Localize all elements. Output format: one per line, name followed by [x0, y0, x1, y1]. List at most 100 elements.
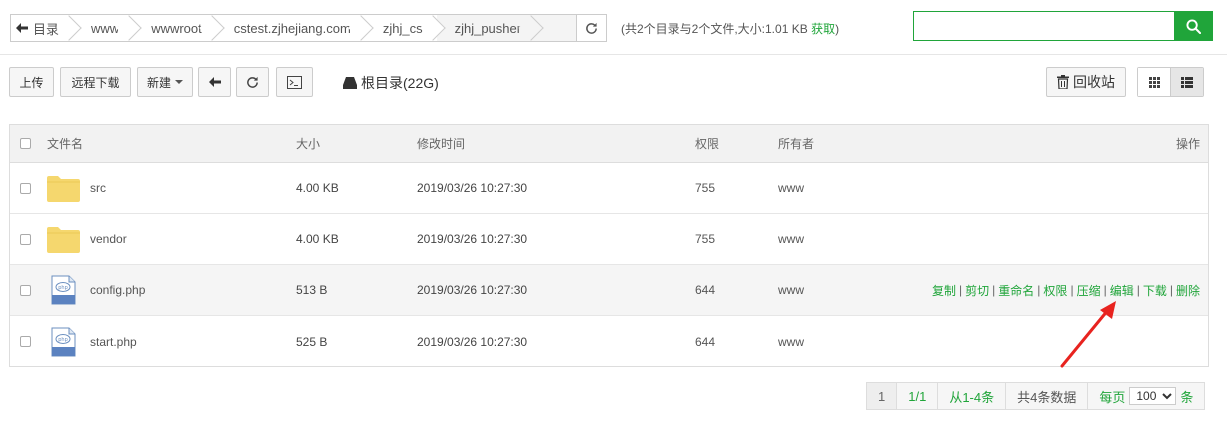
- refresh-icon: [586, 22, 597, 34]
- current-page[interactable]: 1: [867, 383, 898, 409]
- edit-link[interactable]: 编辑: [1110, 282, 1134, 299]
- view-toggle: [1137, 67, 1204, 97]
- divider: [0, 54, 1227, 55]
- per-page-select[interactable]: 100: [1129, 387, 1177, 405]
- list-view-button[interactable]: [1171, 68, 1203, 96]
- file-name-cell[interactable]: vendor: [47, 214, 127, 264]
- header-name[interactable]: 文件名: [47, 125, 83, 162]
- folder-icon: [47, 176, 80, 202]
- path-refresh-button[interactable]: [576, 15, 606, 41]
- folder-icon: [47, 227, 80, 253]
- directory-info-close: ): [835, 22, 840, 36]
- get-size-link[interactable]: 获取: [811, 22, 835, 36]
- file-size: 4.00 KB: [296, 232, 339, 246]
- file-mtime: 2019/03/26 10:27:30: [417, 181, 528, 195]
- row-checkbox-cell: [20, 214, 31, 264]
- permission-link[interactable]: 权限: [1043, 282, 1067, 299]
- breadcrumb: 目录 www wwwroot cstest.zjhejiang.com zjhj…: [33, 15, 536, 41]
- row-checkbox[interactable]: [20, 233, 31, 245]
- row-checkbox[interactable]: [20, 336, 31, 347]
- file-owner: www: [778, 334, 804, 349]
- header-permission[interactable]: 权限: [695, 125, 719, 162]
- ops-separator: |: [1070, 283, 1074, 297]
- file-name[interactable]: vendor: [90, 232, 127, 246]
- arrow-left-icon: [208, 77, 221, 87]
- file-size: 4.00 KB: [296, 181, 339, 195]
- grid-view-button[interactable]: [1138, 68, 1171, 96]
- php-file-icon: php: [51, 275, 76, 305]
- breadcrumb-item[interactable]: www: [73, 15, 134, 41]
- row-checkbox-cell: [20, 316, 31, 367]
- row-checkbox-cell: [20, 163, 31, 213]
- table-row[interactable]: php config.php 513 B 2019/03/26 10:27:30…: [10, 265, 1208, 316]
- back-button[interactable]: [198, 67, 231, 97]
- copy-link[interactable]: 复制: [932, 282, 956, 299]
- svg-text:php: php: [58, 337, 68, 343]
- file-name-cell[interactable]: php start.php: [47, 316, 137, 367]
- table-row[interactable]: vendor 4.00 KB 2019/03/26 10:27:30 755 w…: [10, 214, 1208, 265]
- grid-icon: [1148, 76, 1160, 88]
- ops-separator: |: [959, 283, 963, 297]
- breadcrumb-item[interactable]: wwwroot: [133, 15, 216, 41]
- search-input[interactable]: [914, 12, 1174, 40]
- file-search: [913, 11, 1213, 41]
- file-name[interactable]: src: [90, 181, 106, 195]
- per-page-label: 每页: [1099, 389, 1126, 405]
- download-link[interactable]: 下载: [1143, 282, 1167, 299]
- ops-separator: |: [1103, 283, 1107, 297]
- root-directory-label: 根目录(22G): [361, 75, 439, 91]
- ops-separator: |: [992, 283, 996, 297]
- breadcrumb-item[interactable]: zjhj_pusher: [436, 15, 536, 41]
- file-name-cell[interactable]: src: [47, 163, 106, 213]
- root-directory[interactable]: 根目录(22G): [343, 73, 439, 93]
- record-range: 从1-4条: [938, 383, 1007, 409]
- table-row[interactable]: php start.php 525 B 2019/03/26 10:27:30 …: [10, 316, 1208, 367]
- header-owner[interactable]: 所有者: [778, 125, 814, 162]
- remote-download-button[interactable]: 远程下载: [60, 67, 131, 97]
- file-permission[interactable]: 755: [695, 163, 715, 213]
- breadcrumb-item[interactable]: 目录: [33, 15, 74, 41]
- php-file-icon: php: [51, 327, 76, 356]
- path-back-button[interactable]: [11, 15, 33, 41]
- file-name[interactable]: config.php: [90, 283, 145, 297]
- row-checkbox[interactable]: [20, 182, 31, 194]
- table-header: 文件名 大小 修改时间 权限 所有者 操作: [10, 125, 1208, 163]
- file-permission[interactable]: 644: [695, 316, 715, 367]
- file-name[interactable]: start.php: [90, 335, 137, 349]
- breadcrumb-item[interactable]: cstest.zjhejiang.com: [215, 15, 365, 41]
- search-button[interactable]: [1174, 12, 1212, 40]
- file-permission[interactable]: 755: [695, 214, 715, 264]
- file-owner: www: [778, 181, 804, 195]
- recycle-bin-label: 回收站: [1073, 74, 1115, 90]
- new-dropdown-button[interactable]: 新建: [137, 67, 193, 97]
- directory-info: (共2个目录与2个文件,大小:1.01 KB 获取): [621, 20, 839, 37]
- file-table: 文件名 大小 修改时间 权限 所有者 操作 src 4.00 KB 2019/0…: [9, 124, 1209, 367]
- select-all-checkbox[interactable]: [20, 138, 31, 149]
- header-mtime[interactable]: 修改时间: [417, 125, 465, 162]
- table-row[interactable]: src 4.00 KB 2019/03/26 10:27:30 755 www: [10, 163, 1208, 214]
- cut-link[interactable]: 剪切: [965, 282, 989, 299]
- refresh-button[interactable]: [236, 67, 269, 97]
- row-checkbox[interactable]: [20, 284, 31, 296]
- per-page-unit: 条: [1180, 389, 1194, 405]
- arrow-left-icon: [16, 23, 28, 33]
- path-bar: 目录 www wwwroot cstest.zjhejiang.com zjhj…: [10, 14, 607, 42]
- compress-link[interactable]: 压缩: [1077, 282, 1101, 299]
- terminal-icon: [287, 75, 302, 89]
- file-name-cell[interactable]: php config.php: [47, 265, 145, 315]
- upload-button[interactable]: 上传: [9, 67, 54, 97]
- breadcrumb-item[interactable]: zjhj_cs: [364, 15, 437, 41]
- list-icon: [1181, 76, 1193, 88]
- file-size: 525 B: [296, 334, 328, 349]
- hard-drive-icon: [343, 77, 357, 89]
- refresh-icon: [247, 76, 258, 88]
- file-mtime: 2019/03/26 10:27:30: [417, 232, 528, 246]
- ops-separator: |: [1037, 283, 1041, 297]
- file-permission[interactable]: 644: [695, 265, 715, 315]
- terminal-button[interactable]: [276, 67, 313, 97]
- header-size[interactable]: 大小: [296, 125, 320, 162]
- delete-link[interactable]: 删除: [1176, 282, 1200, 299]
- recycle-bin-button[interactable]: 回收站: [1046, 67, 1126, 97]
- new-button-label: 新建: [146, 75, 171, 90]
- rename-link[interactable]: 重命名: [998, 282, 1034, 299]
